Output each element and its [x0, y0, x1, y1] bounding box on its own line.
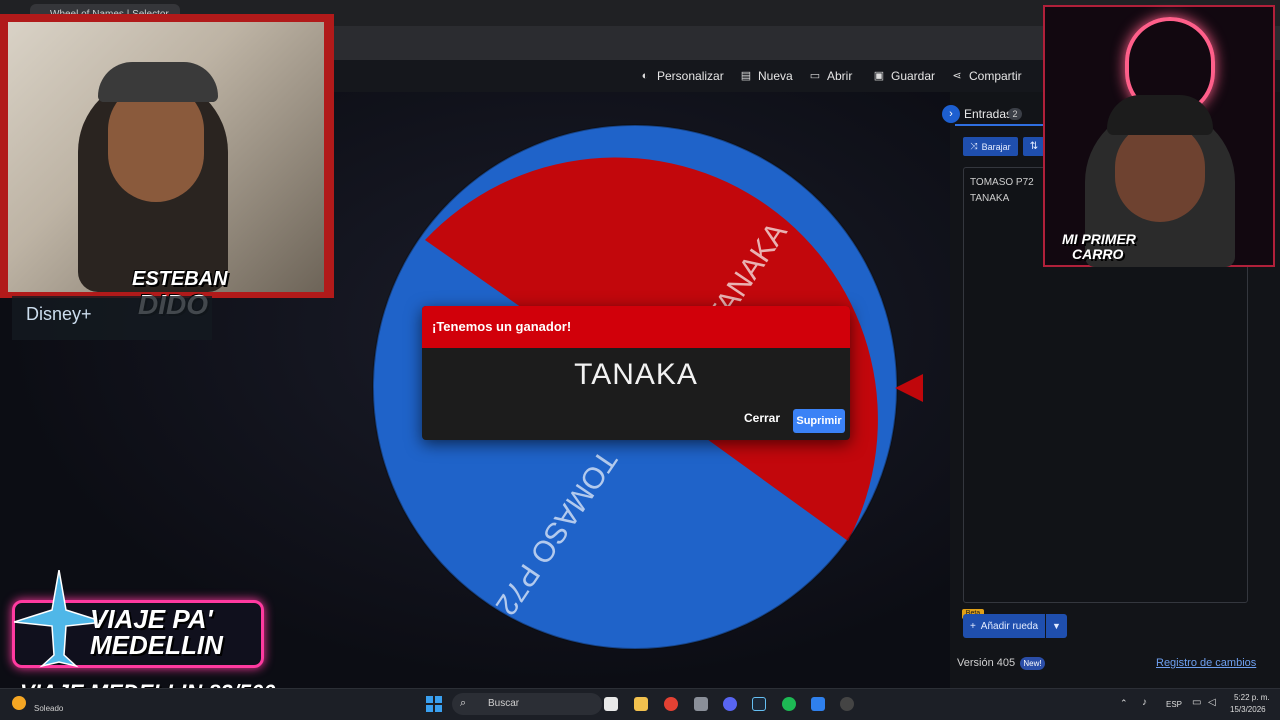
- shuffle-icon: ⤨: [970, 141, 978, 151]
- plus-icon: +: [969, 620, 976, 632]
- nav-label: Personalizar: [657, 69, 724, 83]
- file-explorer-icon[interactable]: [634, 697, 648, 711]
- discord-icon[interactable]: [723, 697, 737, 711]
- folder-open-icon: ▭: [809, 70, 821, 82]
- taskbar-search[interactable]: ⌕ Buscar: [452, 693, 602, 715]
- sort-icon: ⇅: [1029, 141, 1039, 152]
- nav-nueva-button[interactable]: ▤ Nueva: [740, 67, 793, 85]
- steam-icon[interactable]: [752, 697, 766, 711]
- streamer-face: [1115, 122, 1205, 222]
- webcam-right: [1043, 5, 1275, 267]
- disney-logo: Disney+: [12, 296, 212, 340]
- palette-icon: ◐: [641, 70, 649, 82]
- streamer-cap: [1107, 95, 1213, 135]
- badge-line: MEDELLIN: [90, 630, 223, 660]
- trip-badge-text: VIAJE PA' MEDELLIN: [90, 606, 223, 658]
- chevron-right-icon[interactable]: ›: [942, 105, 960, 123]
- nav-personalizar-button[interactable]: ◐ Personalizar: [639, 67, 724, 85]
- microphone-icon[interactable]: ♪: [1142, 697, 1147, 708]
- sun-icon: [12, 696, 26, 710]
- search-icon: ⌕: [460, 697, 467, 709]
- tab-underline: [955, 124, 1045, 126]
- winner-dialog: ¡Tenemos un ganador! TANAKA Cerrar Supri…: [422, 306, 850, 440]
- nav-abrir-button[interactable]: ▭ Abrir: [809, 67, 853, 85]
- volume-icon[interactable]: ◁: [1208, 697, 1216, 708]
- nav-label: Compartir: [969, 69, 1022, 83]
- streamer-cap: [98, 62, 218, 102]
- sort-button[interactable]: ⇅: [1023, 137, 1045, 156]
- close-button[interactable]: Cerrar: [744, 411, 780, 425]
- remove-button[interactable]: Suprimir: [793, 409, 845, 433]
- search-placeholder: Buscar: [488, 698, 520, 709]
- entry-line: TOMASO P72: [970, 177, 1034, 188]
- share-icon: ⋖: [952, 70, 962, 82]
- name-line: ESTEBAN: [132, 268, 228, 290]
- clock-date[interactable]: 15/3/2026: [1230, 705, 1266, 714]
- version-label: Versión 405: [957, 657, 1016, 669]
- nav-compartir-button[interactable]: ⋖ Compartir: [951, 67, 1022, 85]
- chevron-down-icon[interactable]: ▼: [1046, 614, 1067, 638]
- shuffle-button[interactable]: ⤨ Barajar: [963, 137, 1018, 156]
- network-icon[interactable]: ▭: [1192, 697, 1201, 708]
- chevron-up-icon[interactable]: ⌃: [1120, 698, 1128, 709]
- save-icon: ▣: [873, 70, 885, 82]
- app-icon[interactable]: [811, 697, 825, 711]
- file-icon: ▤: [740, 70, 752, 82]
- add-wheel-button[interactable]: + Añadir rueda: [963, 614, 1045, 638]
- winner-name: TANAKA: [574, 358, 698, 391]
- task-view-icon[interactable]: [604, 697, 618, 711]
- wheel-pointer: [895, 374, 923, 402]
- webcam-right-name: MI PRIMER CARRO: [1062, 232, 1136, 262]
- shuffle-label: Barajar: [981, 141, 1011, 152]
- nav-guardar-button[interactable]: ▣ Guardar: [873, 67, 935, 85]
- language-indicator[interactable]: ESP: [1166, 700, 1182, 709]
- chrome-icon[interactable]: [664, 697, 678, 711]
- changelog-link[interactable]: Registro de cambios: [1156, 657, 1256, 669]
- entry-line: TANAKA: [970, 193, 1010, 204]
- add-wheel-label: Añadir rueda: [980, 620, 1039, 632]
- windows-start-icon[interactable]: [426, 696, 442, 712]
- spotify-icon[interactable]: [782, 697, 796, 711]
- new-badge: New!: [1020, 657, 1045, 670]
- entries-count-badge: 2: [1008, 108, 1022, 120]
- webcam-left-feed: [8, 22, 324, 292]
- dialog-title: ¡Tenemos un ganador!: [422, 306, 850, 348]
- name-line: CARRO: [1072, 246, 1124, 262]
- clock-time[interactable]: 5:22 p. m.: [1234, 693, 1270, 702]
- name-line: MI PRIMER: [1062, 231, 1136, 247]
- nav-label: Nueva: [758, 69, 793, 83]
- webcam-left: [0, 14, 334, 298]
- obs-icon[interactable]: [840, 697, 854, 711]
- weather-label[interactable]: Soleado: [34, 704, 63, 713]
- nav-label: Abrir: [827, 69, 853, 83]
- nav-label: Guardar: [891, 69, 936, 83]
- app-icon[interactable]: [694, 697, 708, 711]
- entries-tab[interactable]: Entradas: [964, 107, 1012, 121]
- badge-line: VIAJE PA': [90, 604, 213, 634]
